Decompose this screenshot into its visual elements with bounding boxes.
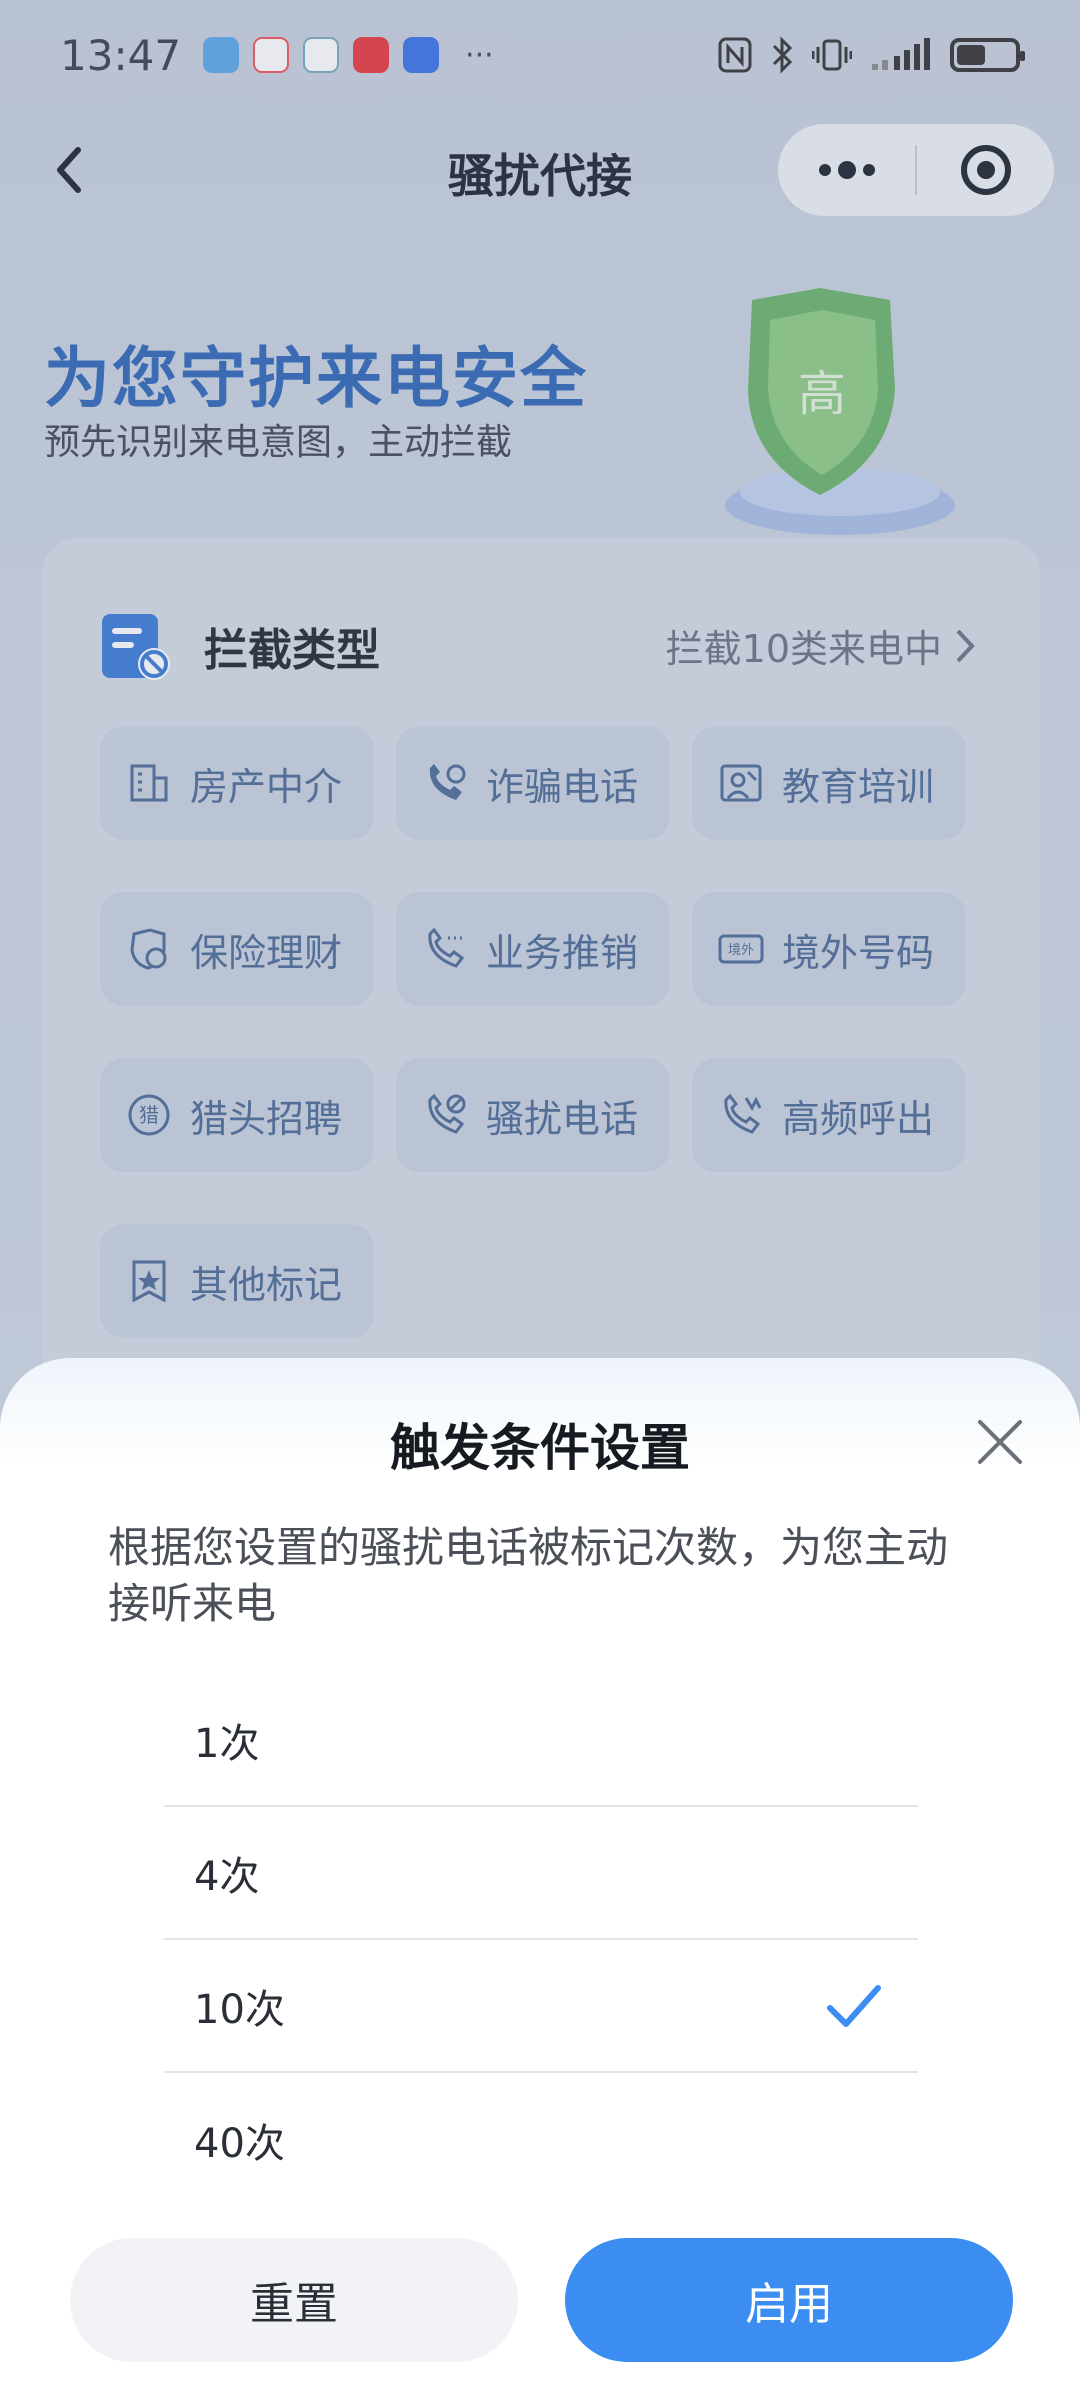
sheet-title: 触发条件设置 — [390, 1419, 690, 1477]
option-label: 4次 — [194, 1853, 260, 1900]
option-label: 40次 — [194, 2120, 285, 2167]
option-1[interactable]: 1次 — [164, 1674, 918, 1807]
threshold-options: 1次 4次 10次 40次 — [164, 1674, 918, 2206]
option-label: 1次 — [194, 1720, 260, 1767]
close-icon[interactable] — [968, 1410, 1032, 1474]
trigger-settings-sheet: 触发条件设置 根据您设置的骚扰电话被标记次数，为您主动接听来电 1次 4次 10… — [0, 1358, 1080, 2387]
enable-button[interactable]: 启用 — [565, 2238, 1013, 2362]
option-10[interactable]: 10次 — [164, 1940, 918, 2073]
option-40[interactable]: 40次 — [164, 2073, 918, 2206]
reset-button[interactable]: 重置 — [70, 2238, 518, 2362]
sheet-description: 根据您设置的骚扰电话被标记次数，为您主动接听来电 — [108, 1523, 949, 1628]
option-4[interactable]: 4次 — [164, 1807, 918, 1940]
option-label: 10次 — [194, 1986, 285, 2033]
checkmark-icon — [827, 1985, 881, 2027]
